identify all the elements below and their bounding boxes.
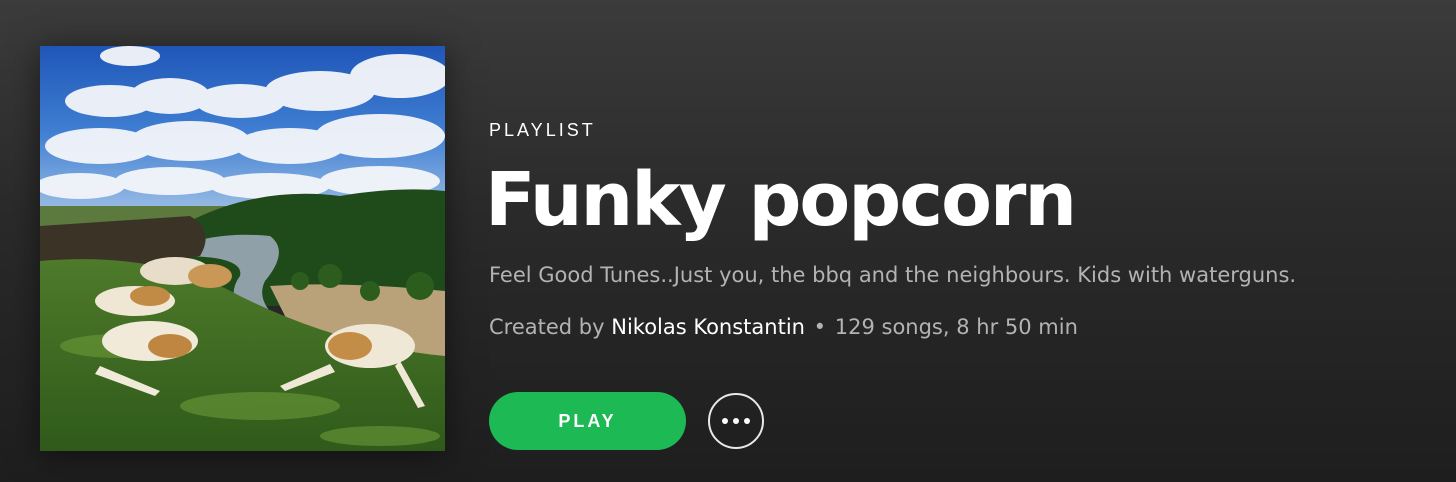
cover-artwork [40,46,445,451]
playlist-type-label: PLAYLIST [489,120,596,140]
more-options-icon [722,418,750,424]
playlist-title[interactable]: Funky popcorn [485,154,1429,246]
playlist-owner-link[interactable]: Nikolas Konstantin [611,315,805,339]
play-button[interactable]: PLAY [489,392,686,450]
playlist-cover-image[interactable] [40,46,445,451]
playlist-header-info: PLAYLIST Funky popcorn Feel Good Tunes..… [485,118,1429,342]
playlist-meta: Created by Nikolas Konstantin • 129 song… [489,312,1429,342]
playlist-description: Feel Good Tunes..Just you, the bbq and t… [489,263,1297,287]
playlist-stats: 129 songs, 8 hr 50 min [834,315,1078,339]
created-by-prefix: Created by [489,315,605,339]
meta-separator: • [813,315,827,339]
more-options-button[interactable] [708,393,764,449]
playlist-actions: PLAY [489,392,764,450]
